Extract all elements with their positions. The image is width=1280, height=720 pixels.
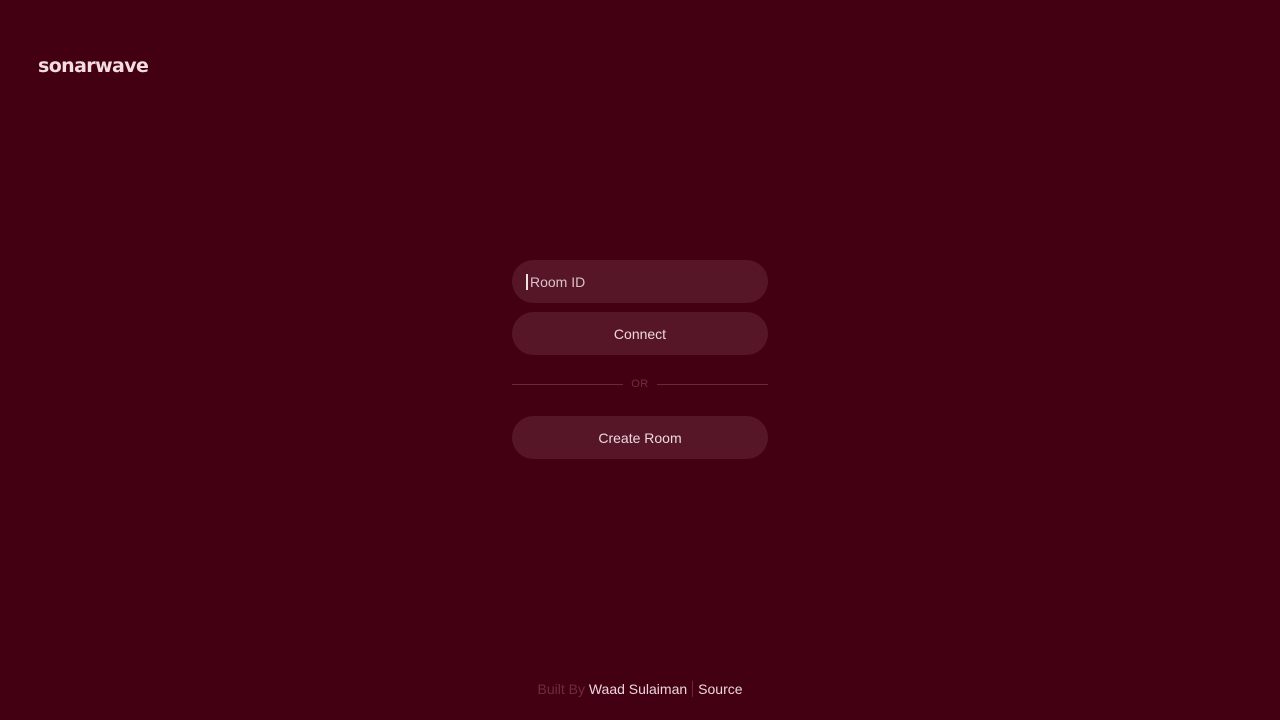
divider-line-right — [656, 383, 768, 385]
room-id-input[interactable] — [512, 260, 768, 303]
create-room-button[interactable]: Create Room — [512, 416, 768, 459]
app-logo[interactable]: sonarwave — [38, 54, 149, 78]
join-panel: Connect OR Create Room — [512, 260, 768, 459]
text-caret — [526, 274, 528, 290]
built-by-label: Built By — [537, 681, 585, 697]
divider-label: OR — [631, 378, 649, 390]
footer: Built By Waad Sulaiman Source — [0, 680, 1280, 698]
divider-line-left — [512, 383, 624, 385]
or-divider: OR — [512, 376, 768, 392]
author-link[interactable]: Waad Sulaiman — [589, 681, 687, 697]
room-id-field[interactable] — [512, 260, 768, 303]
landing-page: sonarwave Connect OR Create Room Built B… — [0, 0, 1280, 720]
source-link[interactable]: Source — [698, 681, 742, 697]
connect-button[interactable]: Connect — [512, 312, 768, 355]
footer-separator — [692, 681, 694, 698]
